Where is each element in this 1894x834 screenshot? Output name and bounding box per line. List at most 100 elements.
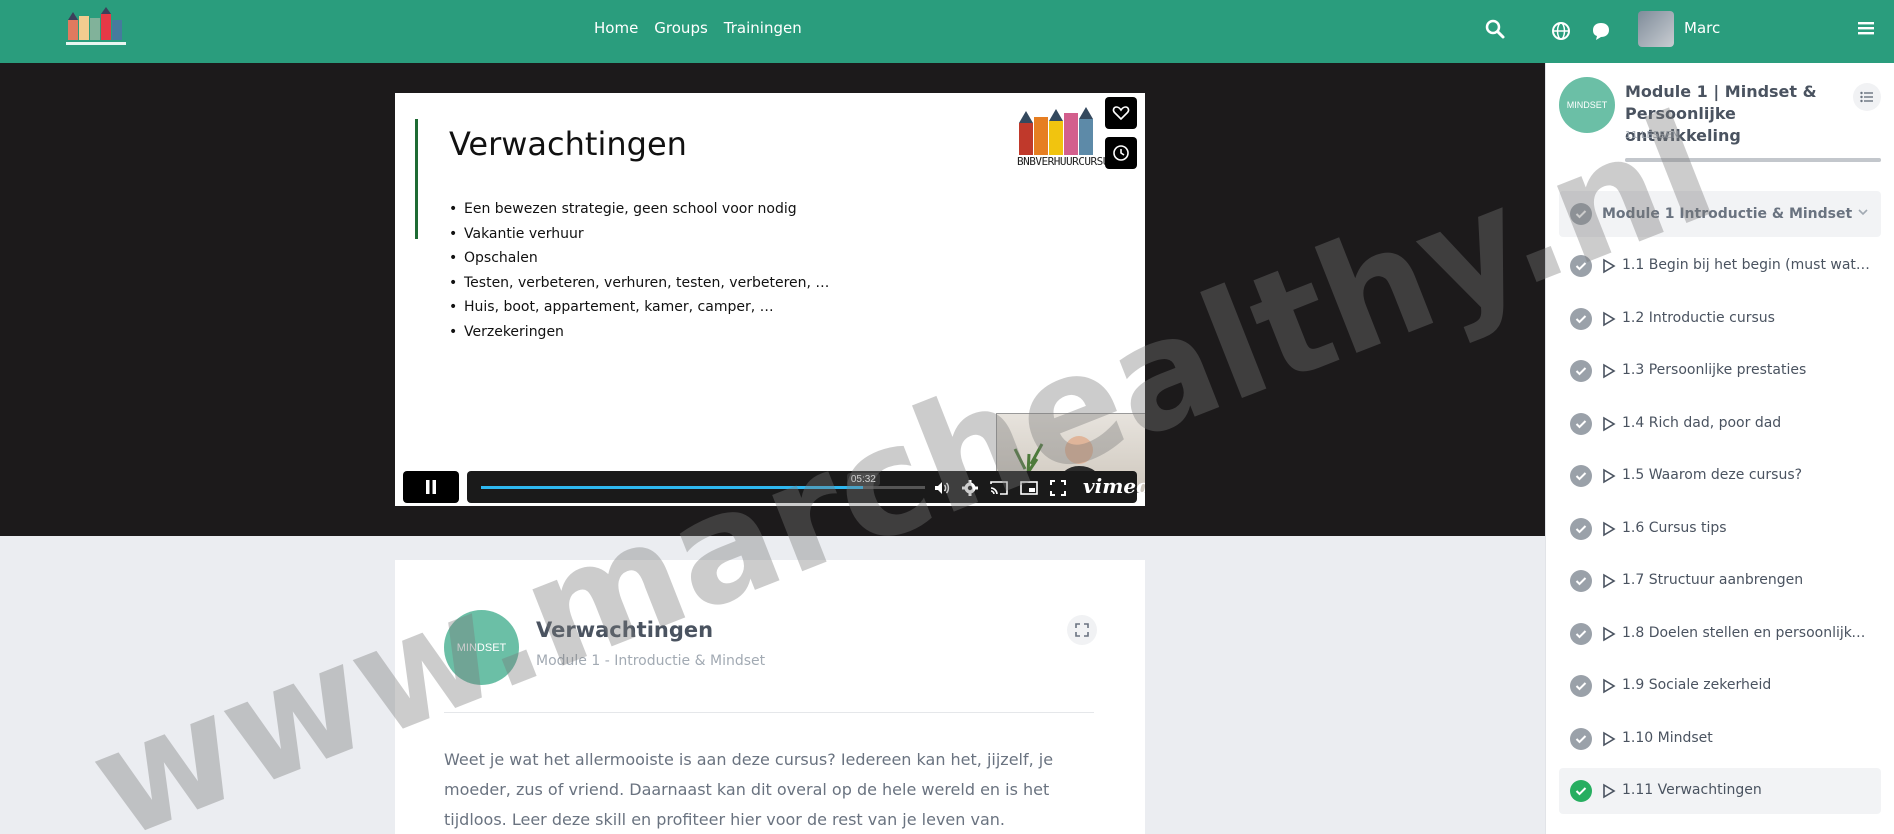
hamburger-menu-icon[interactable] — [1857, 20, 1875, 36]
pause-icon — [426, 480, 436, 494]
lesson-label: 1.1 Begin bij het begin (must watch) — [1622, 257, 1872, 273]
lesson-item[interactable]: 1.4 Rich dad, poor dad — [1559, 401, 1881, 447]
check-circle-icon — [1570, 255, 1592, 277]
list-icon — [1860, 91, 1873, 103]
play-icon — [1603, 626, 1616, 641]
lesson-label: 1.10 Mindset — [1622, 729, 1713, 746]
lesson-item[interactable]: 1.6 Cursus tips — [1559, 506, 1881, 552]
module-header[interactable]: Module 1 Introductie & Mindset — [1559, 191, 1881, 237]
main-nav: Home Groups Trainingen — [594, 19, 802, 37]
lesson-avatar: MINDSET — [444, 610, 519, 685]
lesson-label: 1.3 Persoonlijke prestaties — [1622, 362, 1807, 378]
top-navbar: Home Groups Trainingen Marc — [0, 0, 1894, 63]
slide-bullet: Huis, boot, appartement, kamer, camper, … — [449, 295, 829, 320]
play-icon — [1603, 416, 1616, 431]
like-button[interactable] — [1105, 97, 1137, 129]
play-icon — [1603, 468, 1616, 484]
pause-button[interactable] — [403, 471, 459, 503]
slide-bullet: Verzekeringen — [449, 320, 829, 345]
expand-icon — [1075, 623, 1089, 637]
user-name[interactable]: Marc — [1684, 19, 1720, 37]
lesson-label: 1.5 Waarom deze cursus? — [1622, 467, 1803, 483]
lesson-label: 1.4 Rich dad, poor dad — [1622, 414, 1782, 431]
check-circle-icon — [1570, 412, 1592, 435]
check-circle-icon — [1570, 360, 1592, 382]
lesson-subtitle[interactable]: Module 1 - Introductie & Mindset — [536, 653, 765, 669]
user-avatar[interactable] — [1638, 11, 1674, 47]
lesson-item[interactable]: 1.1 Begin bij het begin (must watch) — [1559, 243, 1881, 289]
lesson-label: 1.2 Introductie cursus — [1622, 309, 1775, 326]
cast-icon[interactable] — [989, 479, 1009, 497]
watch-later-button[interactable] — [1105, 137, 1137, 169]
lesson-avatar-text: MINDSET — [456, 641, 507, 654]
play-icon — [1603, 783, 1616, 799]
play-icon — [1603, 311, 1616, 326]
course-sidebar: MINDSET Module 1 | Mindset & Persoonlijk… — [1545, 63, 1894, 834]
slide-bullet: Een bewezen strategie, geen school voor … — [449, 197, 829, 222]
nav-groups[interactable]: Groups — [654, 19, 707, 37]
expand-button[interactable] — [1067, 615, 1097, 645]
lesson-count: 11 LESSEN — [1625, 130, 1680, 141]
module-label: Module 1 Introductie & Mindset — [1602, 206, 1853, 222]
play-icon — [1603, 678, 1616, 694]
lesson-item[interactable]: 1.10 Mindset — [1559, 716, 1881, 762]
slide-bullet: Testen, verbeteren, verhuren, testen, ve… — [449, 271, 829, 296]
control-icons: vimeo — [933, 474, 1145, 498]
play-icon — [1603, 258, 1616, 274]
lesson-card: MINDSET Verwachtingen Module 1 - Introdu… — [395, 560, 1145, 834]
chat-icon[interactable] — [1590, 20, 1612, 42]
check-circle-icon — [1570, 780, 1592, 802]
time-display: 05:32 — [846, 473, 880, 486]
vimeo-logo[interactable]: vimeo — [1083, 474, 1145, 498]
slide-accent-bar — [415, 119, 418, 239]
volume-icon[interactable] — [933, 479, 951, 497]
progress-track[interactable]: 05:32 — [481, 473, 925, 489]
nav-home[interactable]: Home — [594, 19, 638, 37]
lesson-item[interactable]: 1.5 Waarom deze cursus? — [1559, 453, 1881, 499]
slide-bullets: Een bewezen strategie, geen school voor … — [449, 197, 829, 345]
lesson-label: 1.6 Cursus tips — [1622, 519, 1727, 536]
video-player[interactable]: Verwachtingen Een bewezen strategie, gee… — [395, 93, 1145, 506]
play-icon — [1603, 521, 1616, 536]
lesson-item[interactable]: 1.3 Persoonlijke prestaties — [1559, 348, 1881, 394]
lesson-description: Weet je wat het allermooiste is aan deze… — [444, 750, 1054, 829]
check-circle-icon — [1570, 727, 1592, 750]
list-toggle-button[interactable] — [1853, 83, 1881, 111]
course-avatar-text: MINDSET — [1566, 100, 1608, 110]
lesson-item[interactable]: 1.11 Verwachtingen — [1559, 768, 1881, 814]
slide-bullet: Vakantie verhuur — [449, 222, 829, 247]
check-circle-icon — [1570, 570, 1592, 592]
progress-fill — [481, 486, 863, 489]
search-icon[interactable] — [1484, 18, 1506, 40]
check-circle-icon — [1570, 622, 1592, 645]
site-logo[interactable] — [64, 6, 132, 48]
lesson-item[interactable]: 1.9 Sociale zekerheid — [1559, 663, 1881, 709]
slide-title: Verwachtingen — [449, 125, 687, 163]
lesson-label: 1.9 Sociale zekerheid — [1622, 677, 1772, 693]
check-circle-icon — [1570, 307, 1592, 330]
picture-in-picture-icon[interactable] — [1019, 479, 1039, 497]
lesson-item[interactable]: 1.8 Doelen stellen en persoonlijke ontwi… — [1559, 611, 1881, 657]
slide-logo-text: BNBVERHUURCURSUS — [1017, 155, 1115, 168]
clock-icon — [1113, 145, 1129, 161]
play-icon — [1603, 731, 1616, 746]
divider — [444, 712, 1094, 713]
control-bar: 05:32 vimeo — [467, 471, 1145, 503]
lesson-item[interactable]: 1.7 Structuur aanbrengen — [1559, 558, 1881, 604]
lesson-label: 1.11 Verwachtingen — [1622, 782, 1762, 798]
check-circle-icon — [1570, 517, 1592, 540]
course-avatar: MINDSET — [1559, 77, 1615, 133]
lesson-label: 1.8 Doelen stellen en persoonlijke ontwi… — [1622, 624, 1872, 641]
play-icon — [1603, 363, 1616, 379]
chevron-down-icon — [1858, 209, 1868, 216]
lesson-title: Verwachtingen — [536, 618, 714, 642]
slide-bullet: Opschalen — [449, 246, 829, 271]
nav-trainingen[interactable]: Trainingen — [724, 19, 802, 37]
globe-icon[interactable] — [1550, 20, 1572, 42]
lesson-item[interactable]: 1.2 Introductie cursus — [1559, 296, 1881, 342]
course-progress-fill — [1625, 158, 1881, 162]
fullscreen-icon[interactable] — [1049, 479, 1067, 497]
check-circle-icon — [1570, 465, 1592, 487]
heart-icon — [1112, 106, 1130, 121]
settings-gear-icon[interactable] — [961, 479, 979, 497]
